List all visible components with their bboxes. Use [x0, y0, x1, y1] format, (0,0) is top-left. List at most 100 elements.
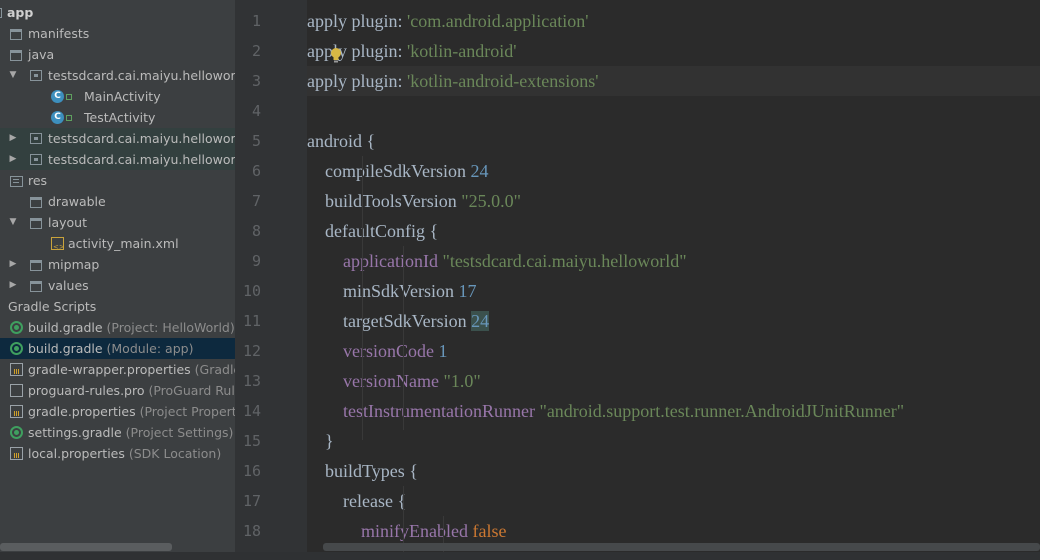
tree-item[interactable]: ▼ layout [0, 212, 235, 233]
tree-item[interactable]: build.gradle (Module: app) [0, 338, 235, 359]
tree-item[interactable]: C MainActivity [0, 86, 235, 107]
tree-item-name: java [28, 47, 55, 62]
line-number: 3 [251, 72, 261, 90]
code-line[interactable]: apply plugin: 'kotlin-android' [307, 36, 1040, 66]
xml-file-icon [51, 237, 65, 254]
code-token: "1.0" [443, 371, 481, 391]
tree-item[interactable]: drawable [0, 191, 235, 212]
code-line[interactable]: } [307, 426, 1040, 456]
line-number: 9 [251, 252, 261, 270]
tree-item[interactable]: ▶ testsdcard.cai.maiyu.helloworld ( [0, 149, 235, 170]
line-number: 2 [251, 42, 261, 60]
code-token: 17 [458, 281, 477, 301]
code-line[interactable]: release { [307, 486, 1040, 516]
tree-item-name: settings.gradle [28, 425, 122, 440]
code-token: 'kotlin-android' [407, 41, 517, 61]
collapsed-arrow-icon[interactable]: ▶ [8, 128, 18, 149]
gradle-icon [10, 342, 23, 355]
line-number: 4 [251, 102, 261, 120]
tree-item-name: gradle.properties [28, 404, 136, 419]
tree-item-name: MainActivity [84, 89, 161, 104]
tree-item[interactable]: manifests [0, 23, 235, 44]
collapsed-arrow-icon[interactable]: ▶ [8, 149, 18, 170]
tree-item-label: testsdcard.cai.maiyu.helloworld ( [48, 149, 235, 170]
line-number: 8 [251, 222, 261, 240]
tree-item-name: mipmap [48, 257, 100, 272]
code-line[interactable]: defaultConfig { [307, 216, 1040, 246]
code-token: minSdkVersion [307, 281, 459, 301]
line-number: 13 [242, 372, 261, 390]
tree-item-label: local.properties (SDK Location) [28, 443, 221, 464]
intention-bulb-icon[interactable] [330, 47, 342, 63]
tree-item-name: testsdcard.cai.maiyu.helloworld [48, 152, 235, 167]
tree-item[interactable]: build.gradle (Project: HelloWorld) [0, 317, 235, 338]
tree-item[interactable]: ▼ testsdcard.cai.maiyu.helloworld [0, 65, 235, 86]
line-number-gutter: 1 2 3 4 5 6 7 8 9 10 11 12 13 14 15 16 17 18 [235, 0, 321, 552]
collapsed-arrow-icon[interactable]: ▶ [8, 275, 18, 296]
indent-guide [403, 246, 404, 430]
code-line[interactable]: testInstrumentationRunner "android.suppo… [307, 396, 1040, 426]
expanded-arrow-icon[interactable]: ▼ [8, 65, 18, 86]
collapsed-arrow-icon[interactable]: ▶ [8, 254, 18, 275]
tree-item[interactable]: C TestActivity [0, 107, 235, 128]
expanded-arrow-icon[interactable]: ▼ [8, 212, 18, 233]
tree-item-label: values [48, 275, 89, 296]
tree-item-hint: (Project: HelloWorld) [102, 320, 235, 335]
code-line[interactable]: buildToolsVersion "25.0.0" [307, 186, 1040, 216]
tree-item[interactable]: ▶ testsdcard.cai.maiyu.helloworld ( [0, 128, 235, 149]
code-line[interactable]: applicationId "testsdcard.cai.maiyu.hell… [307, 246, 1040, 276]
code-line[interactable]: minifyEnabled false [307, 516, 1040, 546]
tree-item[interactable]: activity_main.xml [0, 233, 235, 254]
tree-item-name: values [48, 278, 89, 293]
code-line[interactable]: versionName "1.0" [307, 366, 1040, 396]
code-token: } [307, 431, 334, 451]
line-number: 16 [242, 462, 261, 480]
tree-item[interactable]: ▶ mipmap [0, 254, 235, 275]
folder-icon [30, 260, 42, 271]
resources-folder-icon [10, 176, 23, 187]
code-token: minifyEnabled [307, 521, 473, 541]
code-line[interactable]: versionCode 1 [307, 336, 1040, 366]
tree-item[interactable]: ▶ values [0, 275, 235, 296]
bottom-strip [0, 552, 1040, 560]
code-line[interactable]: buildTypes { [307, 456, 1040, 486]
code-token: apply plugin: [307, 11, 407, 31]
code-line[interactable]: apply plugin: 'com.android.application' [307, 6, 1040, 36]
code-token: 'kotlin-android-extensions' [407, 71, 599, 91]
lock-icon [66, 94, 72, 100]
tree-item-name: TestActivity [84, 110, 156, 125]
tree-item-hint: (Gradle [194, 362, 235, 377]
tree-item-name: build.gradle [28, 341, 103, 356]
tree-item[interactable]: local.properties (SDK Location) [0, 443, 235, 464]
tree-root-app[interactable]: app [0, 2, 235, 23]
tree-item[interactable]: gradle-wrapper.properties (Gradle [0, 359, 235, 380]
properties-file-icon [10, 447, 23, 460]
tree-item[interactable]: proguard-rules.pro (ProGuard Rule [0, 380, 235, 401]
tree-item-label: drawable [48, 191, 106, 212]
line-number: 7 [251, 192, 261, 210]
code-line[interactable]: android { [307, 126, 1040, 156]
code-line[interactable]: targetSdkVersion 24 [307, 306, 1040, 336]
tree-item[interactable]: Gradle Scripts [0, 296, 235, 317]
tree-item[interactable]: res [0, 170, 235, 191]
tree-horizontal-scrollbar[interactable] [0, 543, 172, 551]
code-line[interactable]: apply plugin: 'kotlin-android-extensions… [307, 66, 1040, 96]
code-token: apply plugin: [307, 71, 407, 91]
tree-item-name: Gradle Scripts [8, 299, 97, 314]
editor-horizontal-scrollbar[interactable] [323, 543, 1040, 551]
code-line[interactable]: minSdkVersion 17 [307, 276, 1040, 306]
tree-item-label: gradle.properties (Project Propertie [28, 401, 235, 422]
code-token: buildTypes { [307, 461, 418, 481]
folder-icon [30, 197, 42, 208]
code-editor[interactable]: apply plugin: 'com.android.application' a… [307, 0, 1040, 552]
tree-item[interactable]: java [0, 44, 235, 65]
code-line[interactable]: compileSdkVersion 24 [307, 156, 1040, 186]
code-line[interactable] [307, 96, 1040, 126]
tree-item[interactable]: settings.gradle (Project Settings) [0, 422, 235, 443]
tree-item[interactable]: gradle.properties (Project Propertie [0, 401, 235, 422]
code-token: 24 [471, 311, 490, 331]
folder-icon [10, 50, 22, 61]
tree-item-name: local.properties [28, 446, 125, 461]
project-tree[interactable]: app manifests java ▼ testsdcard.cai.maiyu.h… [0, 0, 235, 560]
package-icon [30, 70, 42, 81]
